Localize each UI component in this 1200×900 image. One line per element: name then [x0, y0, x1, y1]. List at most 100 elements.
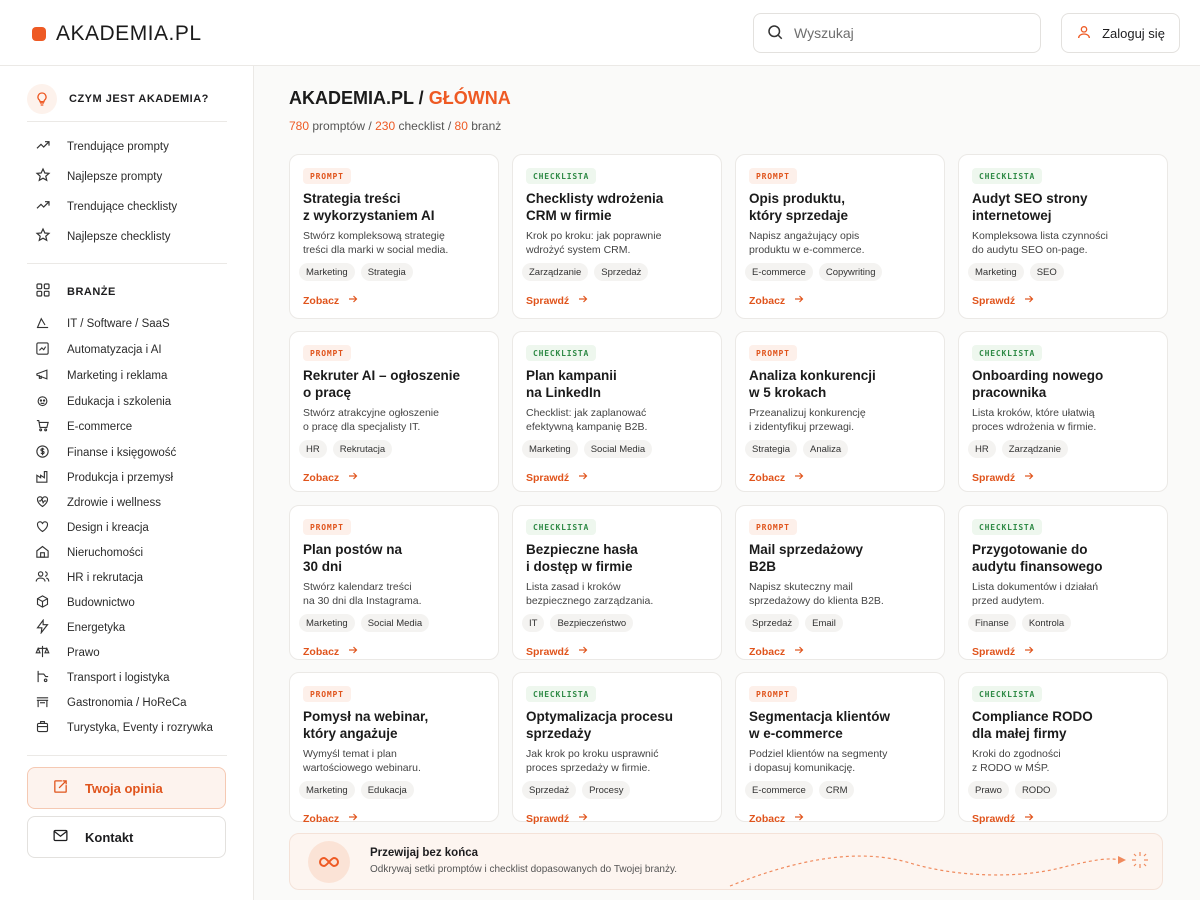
- check-link[interactable]: Sprawdź: [972, 293, 1035, 308]
- check-link[interactable]: Sprawdź: [972, 470, 1035, 485]
- view-link[interactable]: Zobacz: [303, 470, 359, 485]
- tag[interactable]: Finanse: [968, 614, 1016, 632]
- check-link[interactable]: Sprawdź: [972, 811, 1035, 826]
- tag[interactable]: Zarządzanie: [1001, 440, 1069, 458]
- logo[interactable]: AKADEMIA.PL: [32, 22, 202, 46]
- tag[interactable]: Analiza: [803, 440, 849, 458]
- prompt-card[interactable]: PROMPT Analiza konkurencji w 5 krokach Prz…: [735, 331, 945, 492]
- prompt-card[interactable]: PROMPT Segmentacja klientów w e-commerce P…: [735, 672, 945, 825]
- check-link[interactable]: Sprawdź: [526, 811, 589, 826]
- industry-design[interactable]: Design i kreacja: [35, 519, 149, 537]
- tag[interactable]: Strategia: [360, 263, 413, 281]
- view-link[interactable]: Zobacz: [749, 470, 805, 485]
- tag[interactable]: Marketing: [299, 263, 355, 281]
- tag[interactable]: HR: [968, 440, 996, 458]
- view-link[interactable]: Zobacz: [303, 811, 359, 826]
- tag[interactable]: Copywriting: [818, 263, 883, 281]
- industry-it[interactable]: IT / Software / SaaS: [35, 315, 170, 333]
- checklist-card[interactable]: CHECKLISTA Bezpieczne hasła i dostęp w fi…: [512, 505, 722, 660]
- prompt-card[interactable]: PROMPT Mail sprzedażowy B2B Napisz skutecz…: [735, 505, 945, 660]
- industry-real-estate[interactable]: Nieruchomości: [35, 544, 143, 562]
- tag[interactable]: HR: [299, 440, 327, 458]
- type-badge: PROMPT: [303, 168, 351, 184]
- nav-best-prompts[interactable]: Najlepsze prompty: [35, 167, 162, 186]
- industry-ecommerce[interactable]: E-commerce: [35, 418, 132, 436]
- prompt-card[interactable]: PROMPT Pomysł na webinar, który angażuje W…: [289, 672, 499, 825]
- nav-trending-prompts[interactable]: Trendujące prompty: [35, 137, 169, 156]
- about-link[interactable]: CZYM JEST AKADEMIA?: [27, 84, 209, 114]
- tag[interactable]: IT: [522, 614, 545, 632]
- industries-label: branż: [471, 119, 502, 133]
- industry-label: Gastronomia / HoReCa: [67, 697, 187, 709]
- check-link[interactable]: Sprawdź: [526, 293, 589, 308]
- tag[interactable]: Marketing: [299, 781, 355, 799]
- tag[interactable]: E-commerce: [745, 263, 813, 281]
- search-input[interactable]: [794, 25, 1024, 41]
- tag-list: Marketing Strategia: [299, 263, 413, 281]
- industry-automation[interactable]: Automatyzacja i AI: [35, 341, 162, 359]
- feedback-button[interactable]: Twoja opinia: [27, 767, 226, 809]
- search-box[interactable]: [753, 13, 1041, 53]
- checklist-card[interactable]: CHECKLISTA Compliance RODO dla małej firm…: [958, 672, 1168, 825]
- breadcrumb-root[interactable]: AKADEMIA.PL /: [289, 88, 424, 108]
- industry-education[interactable]: Edukacja i szkolenia: [35, 393, 171, 411]
- contact-label: Kontakt: [85, 829, 134, 845]
- login-button[interactable]: Zaloguj się: [1061, 13, 1180, 53]
- view-link[interactable]: Zobacz: [749, 293, 805, 308]
- industry-law[interactable]: Prawo: [35, 644, 100, 662]
- tag[interactable]: Social Media: [583, 440, 653, 458]
- industry-marketing[interactable]: Marketing i reklama: [35, 367, 167, 385]
- check-link[interactable]: Sprawdź: [526, 644, 589, 659]
- industry-health[interactable]: Zdrowie i wellness: [35, 494, 161, 512]
- view-link[interactable]: Zobacz: [303, 293, 359, 308]
- checklist-card[interactable]: CHECKLISTA Onboarding nowego pracownika Li…: [958, 331, 1168, 492]
- tag[interactable]: SEO: [1029, 263, 1064, 281]
- view-link[interactable]: Zobacz: [749, 644, 805, 659]
- tag[interactable]: CRM: [818, 781, 855, 799]
- industry-tourism[interactable]: Turystyka, Eventy i rozrywka: [35, 719, 213, 737]
- checklist-card[interactable]: CHECKLISTA Optymalizacja procesu sprzedaż…: [512, 672, 722, 825]
- tag[interactable]: Marketing: [299, 614, 355, 632]
- tag[interactable]: Sprzedaż: [745, 614, 800, 632]
- check-link[interactable]: Sprawdź: [526, 470, 589, 485]
- tag[interactable]: RODO: [1014, 781, 1058, 799]
- industry-construction[interactable]: Budownictwo: [35, 594, 135, 612]
- tag[interactable]: Prawo: [968, 781, 1009, 799]
- tag[interactable]: Sprzedaż: [594, 263, 649, 281]
- tag[interactable]: Bezpieczeństwo: [550, 614, 634, 632]
- industry-finance[interactable]: Finanse i księgowość: [35, 444, 176, 462]
- prompt-card[interactable]: PROMPT Strategia treści z wykorzystaniem …: [289, 154, 499, 319]
- check-link[interactable]: Sprawdź: [972, 644, 1035, 659]
- tag[interactable]: Social Media: [360, 614, 430, 632]
- tag[interactable]: Rekrutacja: [332, 440, 393, 458]
- tag[interactable]: Kontrola: [1021, 614, 1072, 632]
- page-title: AKADEMIA.PL / GŁÓWNA: [289, 88, 511, 109]
- checklist-card[interactable]: CHECKLISTA Plan kampanii na LinkedIn Check…: [512, 331, 722, 492]
- tag[interactable]: Email: [805, 614, 843, 632]
- view-link[interactable]: Zobacz: [303, 644, 359, 659]
- tag[interactable]: Strategia: [745, 440, 798, 458]
- view-link[interactable]: Zobacz: [749, 811, 805, 826]
- industry-hr[interactable]: HR i rekrutacja: [35, 569, 143, 587]
- industry-transport[interactable]: Transport i logistyka: [35, 669, 169, 687]
- tag[interactable]: Marketing: [522, 440, 578, 458]
- tag[interactable]: Sprzedaż: [522, 781, 577, 799]
- industry-production[interactable]: Produkcja i przemysł: [35, 469, 173, 487]
- tag[interactable]: E-commerce: [745, 781, 813, 799]
- industry-energy[interactable]: Energetyka: [35, 618, 125, 637]
- nav-best-checklists[interactable]: Najlepsze checklisty: [35, 227, 171, 246]
- nav-trending-checklists[interactable]: Trendujące checklisty: [35, 197, 177, 216]
- checklist-card[interactable]: CHECKLISTA Audyt SEO strony internetowej K…: [958, 154, 1168, 319]
- tag[interactable]: Marketing: [968, 263, 1024, 281]
- checklist-card[interactable]: CHECKLISTA Przygotowanie do audytu finans…: [958, 505, 1168, 660]
- prompt-card[interactable]: PROMPT Opis produktu, który sprzedaje Napi…: [735, 154, 945, 319]
- tag[interactable]: Zarządzanie: [522, 263, 589, 281]
- contact-button[interactable]: Kontakt: [27, 816, 226, 858]
- tag[interactable]: Procesy: [582, 781, 631, 799]
- checklist-card[interactable]: CHECKLISTA Checklisty wdrożenia CRM w fir…: [512, 154, 722, 319]
- prompt-card[interactable]: PROMPT Rekruter AI – ogłoszenie o pracę St…: [289, 331, 499, 492]
- industry-label: Nieruchomości: [67, 547, 144, 559]
- prompt-card[interactable]: PROMPT Plan postów na 30 dni Stwórz kalend…: [289, 505, 499, 660]
- tag[interactable]: Edukacja: [360, 781, 414, 799]
- industry-gastronomy[interactable]: Gastronomia / HoReCa: [35, 694, 187, 712]
